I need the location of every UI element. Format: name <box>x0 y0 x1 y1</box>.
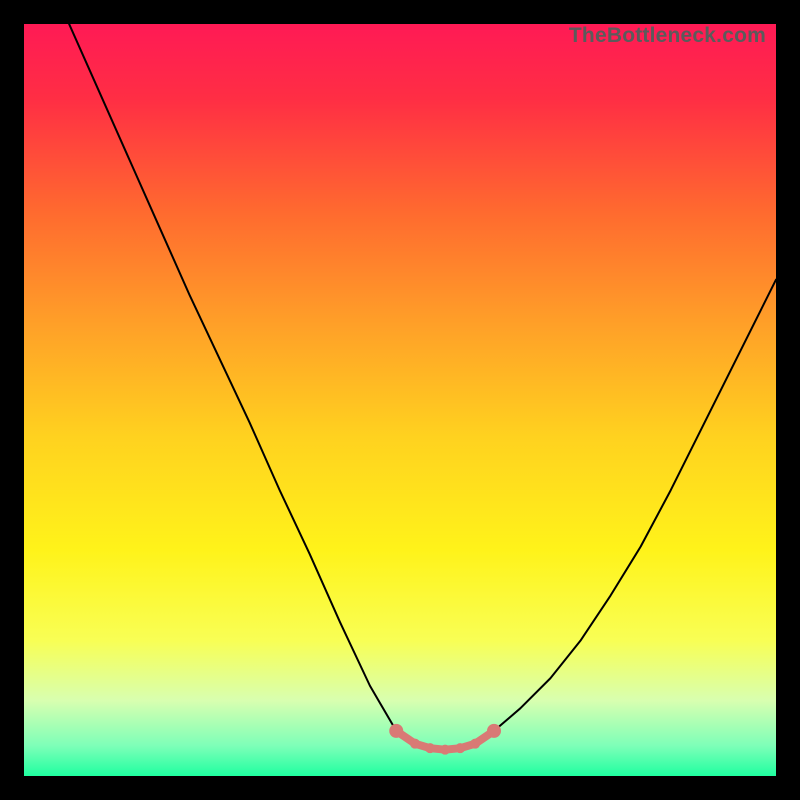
bottom-marker <box>470 739 480 749</box>
bottom-marker <box>487 724 501 738</box>
bottom-marker <box>455 743 465 753</box>
bottom-marker <box>389 724 403 738</box>
gradient-bg <box>24 24 776 776</box>
watermark-text: TheBottleneck.com <box>569 24 766 48</box>
bottom-marker <box>410 739 420 749</box>
bottom-marker <box>425 743 435 753</box>
plot-area: TheBottleneck.com <box>24 24 776 776</box>
chart-frame: TheBottleneck.com <box>0 0 800 800</box>
chart-svg <box>24 24 776 776</box>
bottom-marker <box>440 745 450 755</box>
